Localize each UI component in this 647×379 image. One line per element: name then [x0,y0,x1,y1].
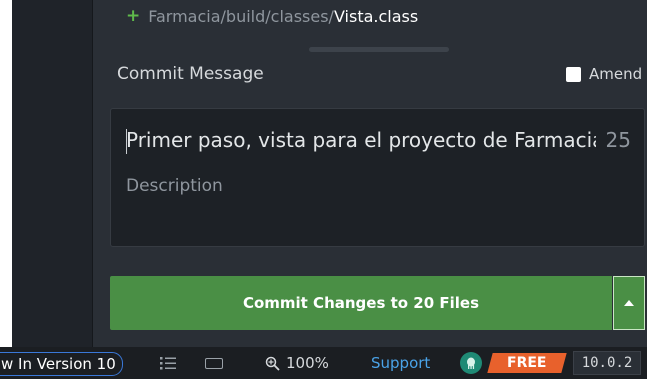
app-version: 10.0.2 [573,351,641,375]
file-name: Vista.class [333,6,419,26]
kraken-glyph [467,357,475,369]
list-icon[interactable] [160,357,176,370]
status-bar: w In Version 10 100% Support FREE 10.0.2 [0,347,647,379]
resize-handle[interactable] [309,47,449,52]
zoom-control[interactable]: 100% [265,352,329,374]
keyboard-icon[interactable] [205,358,223,369]
graph-panel [12,0,92,347]
commit-message-box: Primer paso, vista para el proyecto de F… [110,108,645,247]
plan-badge[interactable]: FREE [487,353,567,373]
amend-toggle[interactable]: Amend [566,65,642,83]
kraken-icon[interactable] [460,352,482,374]
window-edge [0,0,12,347]
gitkraken-window: + Farmacia/build/classes/ Vista.class Co… [0,0,647,379]
support-link[interactable]: Support [371,352,430,374]
zoom-level: 100% [286,354,329,372]
amend-label: Amend [589,65,643,83]
plan-label: FREE [507,355,547,371]
staged-file-row[interactable]: + Farmacia/build/classes/ Vista.class [126,4,418,28]
commit-options-button[interactable] [613,276,645,330]
commit-summary-input[interactable]: Primer paso, vista para el proyecto de F… [126,128,596,152]
file-path: Farmacia/build/classes/ [148,6,334,26]
chevron-up-icon [624,300,634,306]
commit-description-input[interactable]: Description [126,176,223,196]
summary-char-count: 25 [605,128,631,152]
amend-checkbox[interactable] [566,66,581,82]
zoom-icon [265,356,280,371]
added-file-icon: + [126,6,141,26]
commit-message-label: Commit Message [117,64,264,84]
whats-new-pill[interactable]: w In Version 10 [0,352,123,376]
commit-changes-button[interactable]: Commit Changes to 20 Files [110,276,612,330]
text-caret [126,129,127,154]
